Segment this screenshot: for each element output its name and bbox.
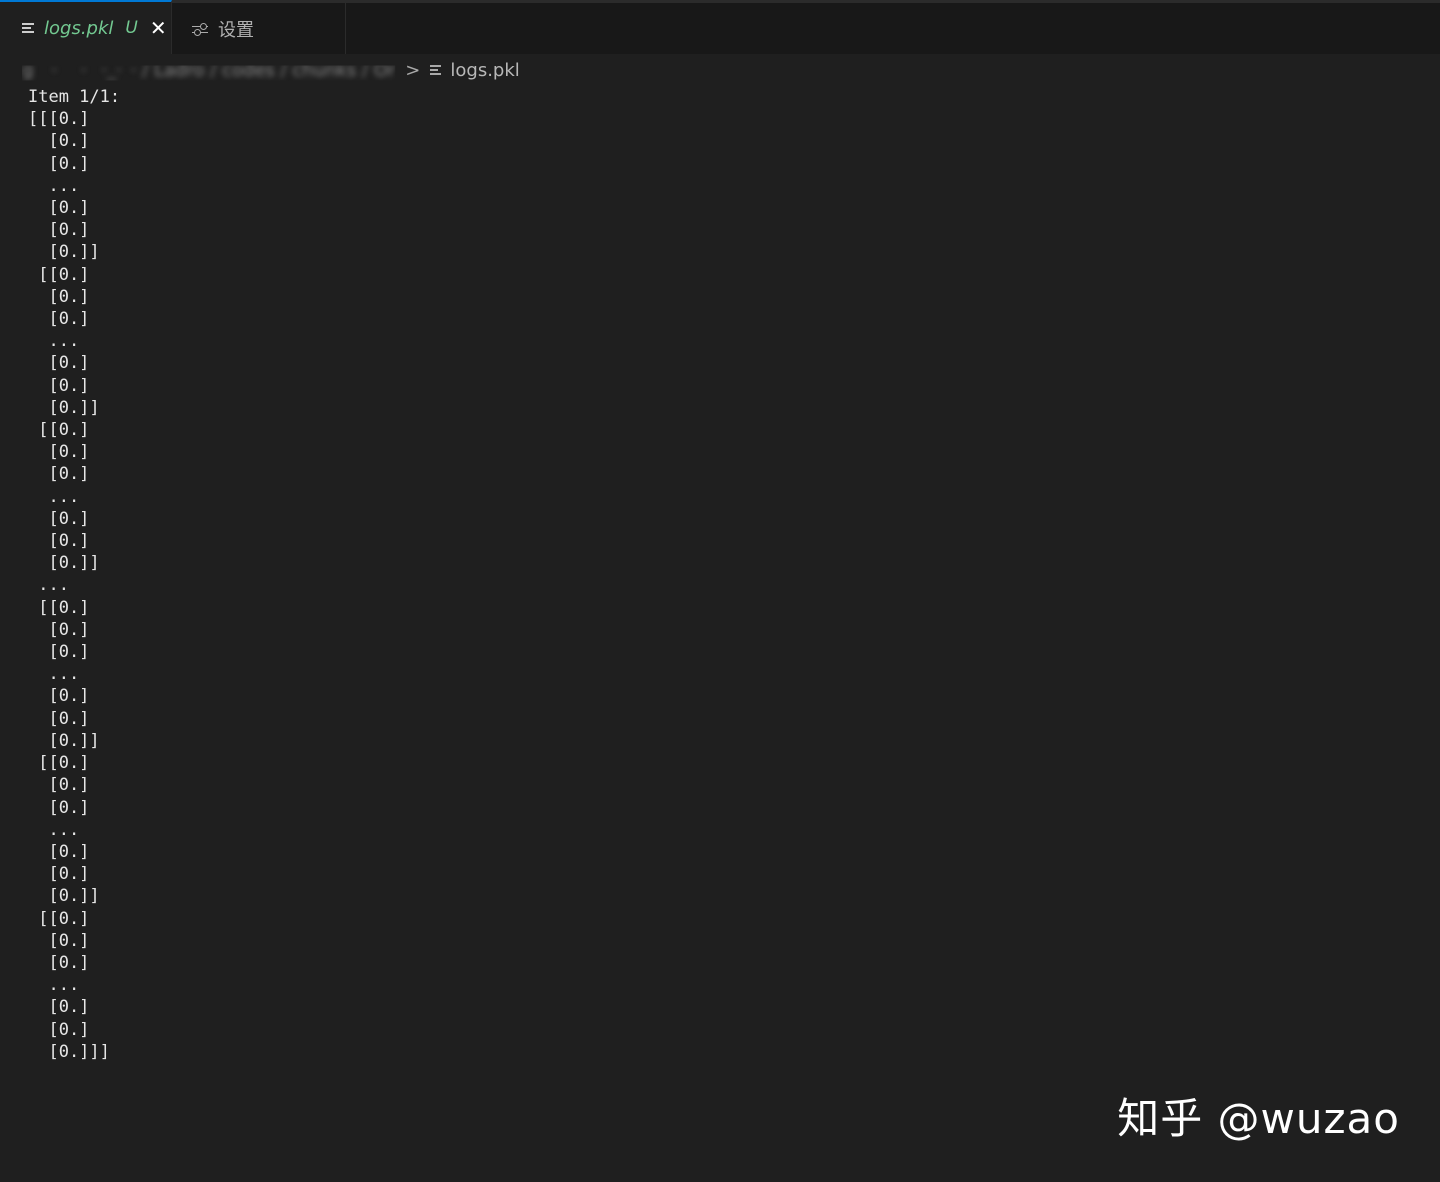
tab-label: 设置 xyxy=(218,19,254,41)
output-line: [0.] xyxy=(28,930,90,951)
output-line: [[0.] xyxy=(28,908,90,929)
output-line: ... xyxy=(28,975,80,996)
output-line: [0.] xyxy=(28,353,90,374)
file-lines-icon xyxy=(430,64,442,76)
pickle-output-text: Item 1/1: [[[0.] [0.] [0.] ... [0.] [0.]… xyxy=(28,86,120,1063)
output-line: [0.] xyxy=(28,220,90,241)
output-line: Item 1/1: xyxy=(28,87,121,107)
output-line: [0.] xyxy=(28,864,90,885)
output-line: [0.] xyxy=(28,531,90,552)
output-line: [[0.] xyxy=(28,264,90,285)
output-line: ... xyxy=(28,664,80,685)
output-line: [0.] xyxy=(28,286,90,307)
output-line: [0.] xyxy=(28,442,90,463)
output-line: [[0.] xyxy=(28,597,90,618)
output-line: [0.] xyxy=(28,952,90,973)
output-line: ... xyxy=(28,819,80,840)
output-line: [0.] xyxy=(28,708,90,729)
tab-label: logs.pkl xyxy=(44,17,114,39)
file-lines-icon xyxy=(22,22,36,35)
output-line: [0.] xyxy=(28,841,90,862)
output-line: [0.] xyxy=(28,686,90,707)
output-line: [0.] xyxy=(28,619,90,640)
settings-sliders-icon xyxy=(192,22,208,36)
output-line: [0.]] xyxy=(28,242,100,263)
output-line: [0.] xyxy=(28,464,90,485)
output-line: [0.] xyxy=(28,309,90,330)
output-line: [0.] xyxy=(28,775,90,796)
breadcrumb: g · · ·_· · / Ladro / codes / chunks / O… xyxy=(22,56,520,84)
breadcrumb-path-blurred[interactable]: g · · ·_· · / Ladro / codes / chunks / O… xyxy=(22,66,395,81)
output-line: [0.] xyxy=(28,797,90,818)
output-line: [0.]] xyxy=(28,886,100,907)
output-line: ... xyxy=(28,175,80,196)
output-line: [0.] xyxy=(28,508,90,529)
output-line: [0.] xyxy=(28,198,90,219)
output-line: [0.]]] xyxy=(28,1041,110,1062)
tab-settings[interactable]: 设置 xyxy=(172,3,346,54)
breadcrumb-item-file[interactable]: logs.pkl xyxy=(450,60,519,81)
chevron-right-icon: > xyxy=(405,59,421,81)
editor-window: logs.pkl U ✕ 设置 g · · ·_· · / Ladro / co… xyxy=(0,0,1440,1182)
output-line: [0.]] xyxy=(28,397,100,418)
output-line: [0.]] xyxy=(28,553,100,574)
output-line: ... xyxy=(28,331,80,352)
output-line: [0.] xyxy=(28,642,90,663)
tab-bar: logs.pkl U ✕ 设置 xyxy=(0,0,1440,54)
output-line: [0.] xyxy=(28,1019,90,1040)
output-line: [[0.] xyxy=(28,753,90,774)
output-line: ... xyxy=(28,486,80,507)
output-line: ... xyxy=(28,575,69,596)
untracked-badge: U xyxy=(125,18,138,38)
tab-logs-pkl[interactable]: logs.pkl U ✕ xyxy=(0,0,172,54)
zhihu-watermark: 知乎 @wuzao xyxy=(1117,1094,1400,1143)
close-icon[interactable]: ✕ xyxy=(150,18,167,38)
output-line: [[0.] xyxy=(28,420,90,441)
output-line: [0.] xyxy=(28,153,90,174)
output-line: [0.] xyxy=(28,131,90,152)
output-line: [0.]] xyxy=(28,730,100,751)
output-line: [[[0.] xyxy=(28,109,90,130)
output-line: [0.] xyxy=(28,997,90,1018)
output-line: [0.] xyxy=(28,375,90,396)
